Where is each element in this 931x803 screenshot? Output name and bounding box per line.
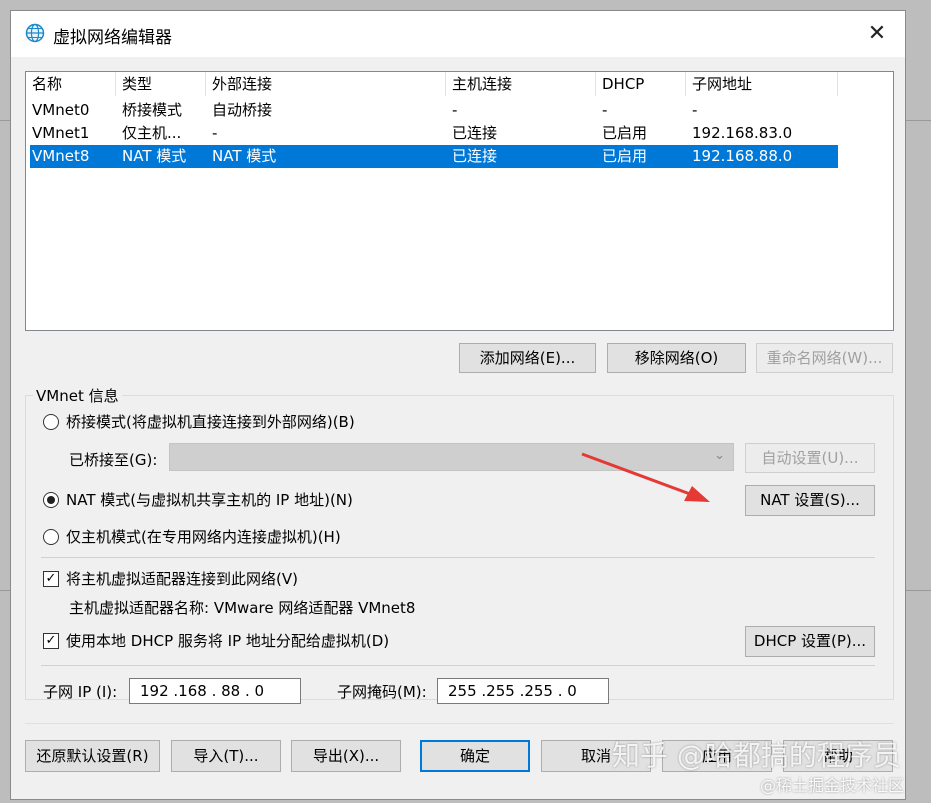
annotation-arrow-icon	[581, 452, 691, 496]
annotation-arrow-overlay	[581, 452, 710, 502]
watermark-text: 知乎 @哈都搞的程序员	[612, 739, 901, 772]
annotation-arrowhead-icon	[684, 486, 710, 502]
watermark-subtext: @稀土掘金技术社区	[760, 776, 905, 795]
